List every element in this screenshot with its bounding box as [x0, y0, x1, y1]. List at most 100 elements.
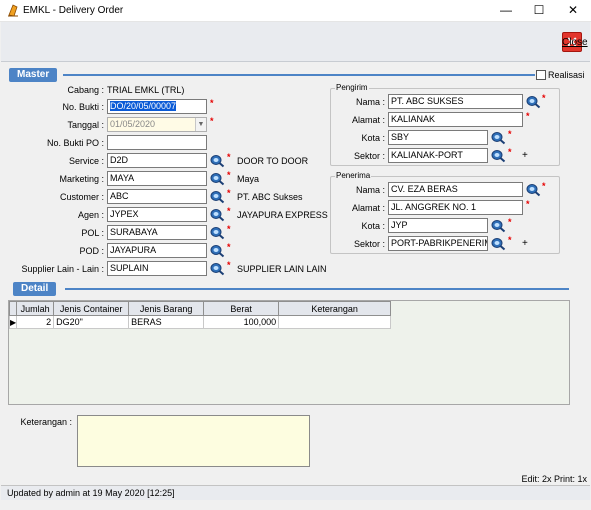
table-row[interactable]: ▶ 2 DG20" BERAS 100,000	[8, 315, 392, 329]
service-label: Service :	[68, 156, 104, 166]
form-content: Master Realisasi Cabang : TRIAL EMKL (TR…	[1, 63, 590, 485]
penerima-kota-input[interactable]: JYP	[388, 218, 488, 233]
pod-input[interactable]: JAYAPURA	[107, 243, 207, 258]
pol-input[interactable]: SURABAYA	[107, 225, 207, 240]
column-header-berat[interactable]: Berat	[203, 301, 280, 316]
penerima-nama-required: *	[542, 181, 546, 191]
cell-jenis-barang[interactable]: BERAS	[128, 315, 205, 329]
no-bukti-po-input[interactable]	[107, 135, 207, 150]
agen-lookup-icon[interactable]	[210, 208, 225, 222]
customer-input[interactable]: ABC	[107, 189, 207, 204]
agen-input[interactable]: JYPEX	[107, 207, 207, 222]
penerima-alamat-label: Alamat :	[351, 203, 385, 213]
status-bar: Updated by admin at 19 May 2020 [12:25]	[1, 485, 590, 500]
no-bukti-required: *	[210, 98, 214, 108]
penerima-alamat-input[interactable]: JL. ANGGREK NO. 1	[388, 200, 523, 215]
pengirim-sektor-label: Sektor :	[353, 151, 385, 161]
pengirim-sektor-required: *	[508, 147, 512, 157]
keterangan-memo[interactable]	[77, 415, 310, 467]
penerima-kota-required: *	[508, 217, 512, 227]
penerima-title: Penerima	[335, 171, 372, 180]
pod-label: POD :	[79, 246, 104, 256]
keterangan-label: Keterangan :	[20, 417, 72, 427]
maximize-button[interactable]: ☐	[522, 0, 556, 22]
pol-label: POL :	[81, 228, 104, 238]
penerima-nama-label: Nama :	[355, 185, 385, 195]
penerima-sektor-input[interactable]: PORT-PABRIKPENERIMA	[388, 236, 488, 251]
marketing-lookup-icon[interactable]	[210, 172, 225, 186]
penerima-nama-input[interactable]: CV. EZA BERAS	[388, 182, 523, 197]
cell-jenis-container[interactable]: DG20"	[53, 315, 130, 329]
cell-jumlah[interactable]: 2	[16, 315, 55, 329]
agen-description: JAYAPURA EXPRESS	[237, 210, 328, 220]
tanggal-input[interactable]: 01/05/2020 ▼	[107, 117, 207, 132]
penerima-kota-lookup-icon[interactable]	[491, 219, 506, 233]
pengirim-sektor-input[interactable]: KALIANAK-PORT	[388, 148, 488, 163]
pengirim-kota-input[interactable]: SBY	[388, 130, 488, 145]
customer-required: *	[227, 188, 231, 198]
status-text: Updated by admin at 19 May 2020 [12:25]	[7, 488, 175, 498]
close-button[interactable]: ✕ Close	[562, 31, 588, 53]
pengirim-kota-required: *	[508, 129, 512, 139]
penerima-sektor-add[interactable]: +	[522, 238, 528, 249]
detail-grid[interactable]: Jumlah Jenis Container Jenis Barang Bera…	[8, 300, 570, 405]
pengirim-sektor-add[interactable]: +	[522, 150, 528, 161]
supplier-lookup-icon[interactable]	[210, 262, 225, 276]
cabang-value: TRIAL EMKL (TRL)	[107, 85, 185, 95]
pengirim-nama-lookup-icon[interactable]	[526, 95, 541, 109]
customer-label: Customer :	[59, 192, 104, 202]
pengirim-alamat-label: Alamat :	[351, 115, 385, 125]
master-section-line	[63, 74, 535, 76]
column-header-keterangan[interactable]: Keterangan	[278, 301, 392, 316]
supplier-input[interactable]: SUPLAIN	[107, 261, 207, 276]
realisasi-checkbox[interactable]	[536, 70, 546, 80]
row-indicator-icon: ▶	[8, 315, 18, 329]
cell-keterangan[interactable]	[278, 315, 392, 329]
penerima-sektor-label: Sektor :	[353, 239, 385, 249]
cabang-label: Cabang :	[67, 85, 104, 95]
no-bukti-label: No. Bukti :	[62, 102, 104, 112]
pengirim-alamat-required: *	[526, 111, 530, 121]
pod-lookup-icon[interactable]	[210, 244, 225, 258]
column-header-jenis-barang[interactable]: Jenis Barang	[128, 301, 205, 316]
service-lookup-icon[interactable]	[210, 154, 225, 168]
service-input[interactable]: D2D	[107, 153, 207, 168]
app-icon	[8, 4, 18, 17]
close-button-label: Close	[562, 36, 588, 48]
pengirim-kota-label: Kota :	[361, 133, 385, 143]
marketing-input[interactable]: MAYA	[107, 171, 207, 186]
penerima-nama-lookup-icon[interactable]	[526, 183, 541, 197]
pengirim-nama-input[interactable]: PT. ABC SUKSES	[388, 94, 523, 109]
pengirim-nama-required: *	[542, 93, 546, 103]
pengirim-nama-label: Nama :	[355, 97, 385, 107]
service-required: *	[227, 152, 231, 162]
no-bukti-po-label: No. Bukti PO :	[46, 138, 104, 148]
column-header-jumlah[interactable]: Jumlah	[16, 301, 55, 316]
window-close-button[interactable]: ✕	[556, 0, 590, 22]
pengirim-title: Pengirim	[335, 83, 369, 92]
column-header-jenis-container[interactable]: Jenis Container	[53, 301, 130, 316]
supplier-description: SUPPLIER LAIN LAIN	[237, 264, 327, 274]
penerima-sektor-lookup-icon[interactable]	[491, 237, 506, 251]
service-description: DOOR TO DOOR	[237, 156, 309, 166]
penerima-sektor-required: *	[508, 235, 512, 245]
no-bukti-input[interactable]: DO/20/05/00007	[107, 99, 207, 114]
detail-section-tab: Detail	[13, 282, 57, 296]
edit-print-counter: Edit: 2x Print: 1x	[521, 474, 587, 484]
pengirim-alamat-input[interactable]: KALIANAK	[388, 112, 523, 127]
pol-lookup-icon[interactable]	[210, 226, 225, 240]
tanggal-required: *	[210, 116, 214, 126]
marketing-required: *	[227, 170, 231, 180]
cell-berat[interactable]: 100,000	[203, 315, 280, 329]
pengirim-sektor-lookup-icon[interactable]	[491, 149, 506, 163]
tanggal-label: Tanggal :	[67, 120, 104, 130]
pengirim-kota-lookup-icon[interactable]	[491, 131, 506, 145]
supplier-label: Supplier Lain - Lain :	[21, 264, 104, 274]
customer-lookup-icon[interactable]	[210, 190, 225, 204]
marketing-label: Marketing :	[59, 174, 104, 184]
tanggal-dropdown-icon[interactable]: ▼	[195, 118, 206, 131]
detail-header-row: Jumlah Jenis Container Jenis Barang Bera…	[8, 301, 392, 316]
minimize-button[interactable]: —	[489, 0, 523, 22]
supplier-required: *	[227, 260, 231, 270]
pol-required: *	[227, 224, 231, 234]
